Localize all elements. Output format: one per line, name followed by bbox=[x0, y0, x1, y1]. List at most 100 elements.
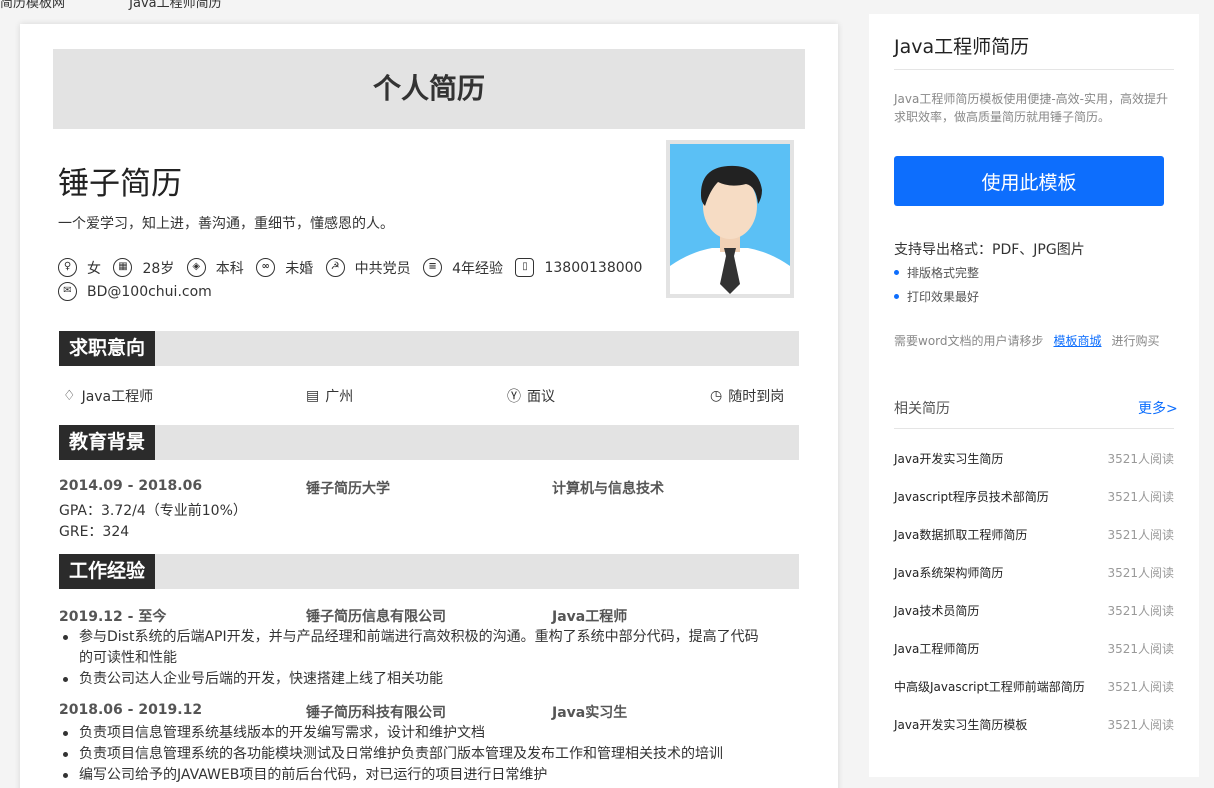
related-item-reads: 3521人阅读 bbox=[1107, 566, 1174, 580]
section-title-intent: 求职意向 bbox=[59, 331, 156, 366]
related-item-title[interactable]: Java工程师简历 bbox=[894, 642, 979, 656]
related-item-reads: 3521人阅读 bbox=[1107, 680, 1174, 694]
intent-position: ♢ Java工程师 bbox=[63, 386, 153, 406]
related-item[interactable]: Java数据抓取工程师简历 3521人阅读 bbox=[894, 526, 1174, 543]
section-education: 教育背景 bbox=[59, 425, 799, 460]
work-bullets-2: 负责项目信息管理系统基线版本的开发编写需求，设计和维护文档 负责项目信息管理系统… bbox=[59, 723, 771, 786]
intent-city: ▤ 广州 bbox=[306, 386, 353, 406]
info-experience: 4年经验 bbox=[452, 260, 504, 277]
related-item-title[interactable]: Java开发实习生简历模板 bbox=[894, 718, 1027, 732]
calendar-icon: ▦ bbox=[113, 258, 133, 277]
template-mall-link[interactable]: 模板商城 bbox=[1054, 334, 1102, 348]
template-description: Java工程师简历模板使用便捷-高效-实用，高效提升求职效率，做高质量简历就用锤… bbox=[894, 92, 1169, 124]
related-item-title[interactable]: Java系统架构师简历 bbox=[894, 566, 1003, 580]
word-note-suffix: 进行购买 bbox=[1111, 334, 1160, 348]
template-sidebar: Java工程师简历 Java工程师简历模板使用便捷-高效-实用，高效提升求职效率… bbox=[869, 14, 1199, 777]
avatar-illustration bbox=[670, 144, 790, 294]
info-age: 28岁 bbox=[142, 260, 175, 277]
related-item-reads: 3521人阅读 bbox=[1107, 452, 1174, 466]
template-title: Java工程师简历 bbox=[894, 36, 1030, 58]
breadcrumb-item-current: Java工程师简历 bbox=[129, 0, 222, 11]
document-icon: ≡ bbox=[423, 258, 443, 277]
education-major: 计算机与信息技术 bbox=[552, 481, 664, 497]
more-link[interactable]: 更多> bbox=[1138, 398, 1178, 418]
rings-icon: ∞ bbox=[256, 258, 276, 277]
tie-icon: ♢ bbox=[63, 388, 76, 404]
work-bullets-1: 参与Dist系统的后端API开发，并与产品经理和前端进行高效积极的沟通。重构了系… bbox=[59, 627, 771, 690]
intent-city-value: 广州 bbox=[325, 389, 354, 405]
info-gender: 女 bbox=[87, 260, 101, 277]
feature-label: 打印效果最好 bbox=[907, 290, 980, 304]
intent-position-value: Java工程师 bbox=[81, 389, 154, 405]
personal-info-row: ♀ 女 ▦ 28岁 ◈ 本科 ∞ 未婚 ☭ 中共党员 ≡ 4年经验 ▯ 13800138000 bbox=[58, 257, 658, 278]
related-item[interactable]: Javascript程序员技术部简历 3521人阅读 bbox=[894, 488, 1174, 505]
related-item[interactable]: Java开发实习生简历模板 3521人阅读 bbox=[894, 716, 1174, 733]
work-company: 锤子简历信息有限公司 bbox=[306, 609, 446, 625]
divider bbox=[894, 69, 1174, 70]
work-company: 锤子简历科技有限公司 bbox=[306, 705, 446, 721]
bullet-dot-icon bbox=[894, 294, 899, 299]
gender-icon: ♀ bbox=[58, 258, 77, 277]
related-item-title[interactable]: Java开发实习生简历 bbox=[894, 452, 1003, 466]
mail-icon: ✉ bbox=[58, 282, 77, 301]
feature-item: 排版格式完整 bbox=[894, 264, 979, 281]
work-period: 2019.12 - 至今 bbox=[59, 609, 167, 625]
bullet-dot-icon bbox=[894, 270, 899, 275]
work-period: 2018.06 - 2019.12 bbox=[59, 702, 203, 718]
related-title: 相关简历 bbox=[894, 401, 950, 417]
section-title-work: 工作经验 bbox=[59, 554, 156, 589]
divider bbox=[894, 428, 1174, 429]
intent-availability: ◷ 随时到岗 bbox=[710, 386, 784, 406]
related-item[interactable]: Java技术员简历 3521人阅读 bbox=[894, 602, 1174, 619]
related-item-reads: 3521人阅读 bbox=[1107, 718, 1174, 732]
education-period: 2014.09 - 2018.06 bbox=[59, 478, 203, 494]
export-formats: 支持导出格式：PDF、JPG图片 bbox=[894, 242, 1085, 258]
graduation-cap-icon: ◈ bbox=[186, 258, 206, 277]
work-role: Java实习生 bbox=[552, 705, 628, 721]
education-school: 锤子简历大学 bbox=[306, 481, 390, 497]
feature-label: 排版格式完整 bbox=[907, 266, 980, 280]
section-title-education: 教育背景 bbox=[59, 425, 156, 460]
info-phone: 13800138000 bbox=[544, 259, 643, 276]
section-work: 工作经验 bbox=[59, 554, 799, 589]
related-item[interactable]: Java工程师简历 3521人阅读 bbox=[894, 640, 1174, 657]
education-gre: GRE：324 bbox=[59, 524, 130, 540]
personal-info-row-2: ✉ BD@100chui.com bbox=[58, 281, 658, 301]
use-template-button[interactable]: 使用此模板 bbox=[894, 156, 1164, 206]
related-item[interactable]: Java开发实习生简历 3521人阅读 bbox=[894, 450, 1174, 467]
party-icon: ☭ bbox=[325, 258, 345, 277]
info-degree: 本科 bbox=[215, 260, 244, 277]
info-email: BD@100chui.com bbox=[87, 283, 212, 300]
related-item-title[interactable]: Java数据抓取工程师简历 bbox=[894, 528, 1027, 542]
resume-motto: 一个爱学习，知上进，善沟通，重细节，懂感恩的人。 bbox=[58, 216, 394, 232]
related-item-reads: 3521人阅读 bbox=[1107, 528, 1174, 542]
info-marital: 未婚 bbox=[285, 260, 314, 277]
section-intent: 求职意向 bbox=[59, 331, 799, 366]
related-item-title[interactable]: 中高级Javascript工程师前端部简历 bbox=[894, 680, 1085, 694]
work-bullet: 负责项目信息管理系统的各功能模块测试及日常维护负责部门版本管理及发布工作和管理相… bbox=[59, 744, 771, 765]
education-gpa: GPA：3.72/4（专业前10%） bbox=[59, 503, 247, 519]
related-item-reads: 3521人阅读 bbox=[1107, 604, 1174, 618]
word-doc-note: 需要word文档的用户请移步 模板商城 进行购买 bbox=[894, 332, 1160, 349]
related-item[interactable]: Java系统架构师简历 3521人阅读 bbox=[894, 564, 1174, 581]
resume-preview: 个人简历 锤子简历 一个爱学习，知上进，善沟通，重细节，懂感恩的人。 ♀ 女 ▦ 2… bbox=[20, 24, 838, 788]
work-bullet: 参与Dist系统的后端API开发，并与产品经理和前端进行高效积极的沟通。重构了系… bbox=[59, 627, 771, 669]
profile-photo bbox=[666, 140, 794, 298]
building-icon: ▤ bbox=[306, 388, 320, 404]
intent-availability-value: 随时到岗 bbox=[728, 389, 785, 405]
clock-icon: ◷ bbox=[710, 388, 723, 404]
resume-name: 锤子简历 bbox=[58, 166, 182, 202]
intent-salary: Ⓨ 面议 bbox=[507, 386, 555, 406]
breadcrumb-item-home[interactable]: 简历模板网 bbox=[0, 0, 65, 11]
phone-icon: ▯ bbox=[515, 258, 535, 277]
work-bullet: 编写公司给予的JAVAWEB项目的前后台代码，对已运行的项目进行日常维护 bbox=[59, 765, 771, 786]
related-item-title[interactable]: Java技术员简历 bbox=[894, 604, 979, 618]
related-item[interactable]: 中高级Javascript工程师前端部简历 3521人阅读 bbox=[894, 678, 1174, 695]
info-political: 中共党员 bbox=[354, 260, 411, 277]
related-item-title[interactable]: Javascript程序员技术部简历 bbox=[894, 490, 1049, 504]
intent-salary-value: 面议 bbox=[527, 389, 555, 405]
related-item-reads: 3521人阅读 bbox=[1107, 642, 1174, 656]
related-item-reads: 3521人阅读 bbox=[1107, 490, 1174, 504]
work-bullet: 负责公司达人企业号后端的开发，快速搭建上线了相关功能 bbox=[59, 669, 771, 690]
word-note-text: 需要word文档的用户请移步 bbox=[894, 334, 1044, 348]
